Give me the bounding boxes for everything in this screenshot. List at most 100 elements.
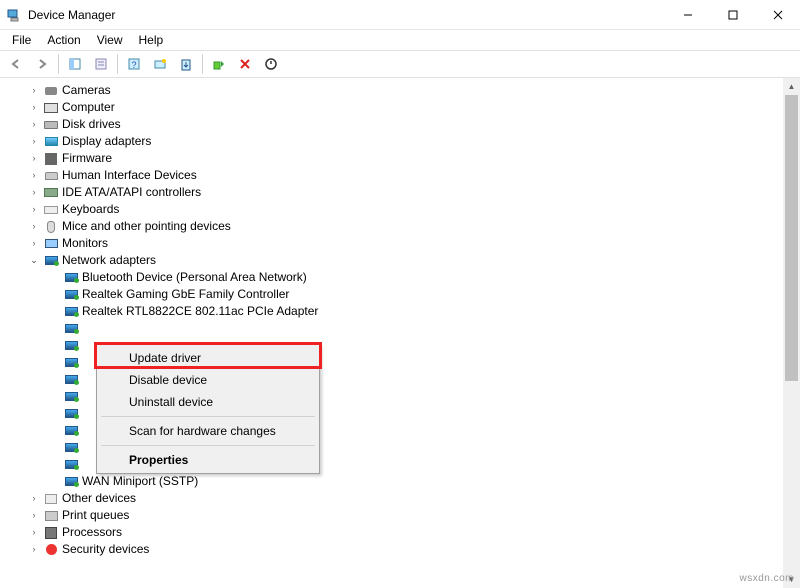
category-other-devices[interactable]: ›Other devices: [28, 490, 800, 507]
titlebar: Device Manager: [0, 0, 800, 30]
category-firmware[interactable]: ›Firmware: [28, 150, 800, 167]
menu-action[interactable]: Action: [39, 31, 88, 49]
expand-icon[interactable]: ›: [28, 133, 40, 150]
svg-text:?: ?: [131, 60, 136, 70]
minimize-button[interactable]: [665, 0, 710, 30]
window-title: Device Manager: [28, 8, 665, 22]
network-adapter-icon: [63, 355, 79, 371]
category-network-adapters[interactable]: ⌄Network adapters: [28, 252, 800, 269]
context-menu: Update driver Disable device Uninstall d…: [96, 344, 320, 474]
scan-hardware-button[interactable]: [148, 52, 172, 76]
category-processors[interactable]: ›Processors: [28, 524, 800, 541]
category-print-queues[interactable]: ›Print queues: [28, 507, 800, 524]
ctx-update-driver[interactable]: Update driver: [99, 347, 317, 369]
category-mice[interactable]: ›Mice and other pointing devices: [28, 218, 800, 235]
category-cameras[interactable]: ›Cameras: [28, 82, 800, 99]
expand-icon[interactable]: ›: [28, 218, 40, 235]
keyboard-icon: [43, 202, 59, 218]
network-icon: [43, 253, 59, 269]
network-adapter-icon: [63, 270, 79, 286]
expand-icon[interactable]: ›: [28, 235, 40, 252]
expand-icon[interactable]: ›: [28, 82, 40, 99]
category-disk-drives[interactable]: ›Disk drives: [28, 116, 800, 133]
network-adapter-icon: [63, 304, 79, 320]
category-monitors[interactable]: ›Monitors: [28, 235, 800, 252]
uninstall-device-button[interactable]: [233, 52, 257, 76]
expand-icon[interactable]: ›: [28, 524, 40, 541]
hid-icon: [43, 168, 59, 184]
network-adapter-icon: [63, 321, 79, 337]
update-driver-icon[interactable]: [174, 52, 198, 76]
maximize-button[interactable]: [710, 0, 755, 30]
help-button[interactable]: ?: [122, 52, 146, 76]
ide-icon: [43, 185, 59, 201]
category-security-devices[interactable]: ›Security devices: [28, 541, 800, 558]
network-adapter-icon: [63, 423, 79, 439]
menu-view[interactable]: View: [89, 31, 131, 49]
ctx-disable-device[interactable]: Disable device: [99, 369, 317, 391]
scroll-thumb[interactable]: [785, 95, 798, 381]
expand-icon[interactable]: ›: [28, 184, 40, 201]
category-ide[interactable]: ›IDE ATA/ATAPI controllers: [28, 184, 800, 201]
expand-icon[interactable]: ›: [28, 201, 40, 218]
scroll-track[interactable]: [783, 95, 800, 571]
category-computer[interactable]: ›Computer: [28, 99, 800, 116]
expand-icon[interactable]: ›: [28, 490, 40, 507]
category-hid[interactable]: ›Human Interface Devices: [28, 167, 800, 184]
properties-button[interactable]: [89, 52, 113, 76]
forward-button[interactable]: [30, 52, 54, 76]
toolbar-separator: [117, 54, 118, 74]
monitor-icon: [43, 236, 59, 252]
scroll-up-icon[interactable]: ▲: [783, 78, 800, 95]
device-hidden[interactable]: [48, 320, 800, 337]
device-realtek-rtl8822ce[interactable]: Realtek RTL8822CE 802.11ac PCIe Adapter: [48, 303, 800, 320]
category-keyboards[interactable]: ›Keyboards: [28, 201, 800, 218]
ctx-properties[interactable]: Properties: [99, 449, 317, 471]
ctx-scan-hardware[interactable]: Scan for hardware changes: [99, 420, 317, 442]
menu-help[interactable]: Help: [131, 31, 172, 49]
computer-icon: [43, 100, 59, 116]
network-adapter-icon: [63, 440, 79, 456]
toolbar-separator: [58, 54, 59, 74]
device-wan-miniport-sstp[interactable]: WAN Miniport (SSTP): [48, 473, 800, 490]
network-adapter-icon: [63, 372, 79, 388]
network-adapter-icon: [63, 474, 79, 490]
menu-file[interactable]: File: [4, 31, 39, 49]
other-icon: [43, 491, 59, 507]
app-icon: [6, 7, 22, 23]
disk-icon: [43, 117, 59, 133]
expand-icon[interactable]: ›: [28, 167, 40, 184]
expand-icon[interactable]: ›: [28, 150, 40, 167]
security-icon: [43, 542, 59, 558]
network-adapter-icon: [63, 389, 79, 405]
close-button[interactable]: [755, 0, 800, 30]
network-adapter-icon: [63, 406, 79, 422]
ctx-separator: [101, 416, 315, 417]
toolbar: ?: [0, 50, 800, 78]
device-tree-pane: ›Cameras ›Computer ›Disk drives ›Display…: [0, 78, 800, 588]
expand-icon[interactable]: ›: [28, 99, 40, 116]
network-adapter-icon: [63, 287, 79, 303]
menubar: File Action View Help: [0, 30, 800, 50]
device-bluetooth-pan[interactable]: Bluetooth Device (Personal Area Network): [48, 269, 800, 286]
expand-icon[interactable]: ›: [28, 507, 40, 524]
device-tree[interactable]: ›Cameras ›Computer ›Disk drives ›Display…: [0, 78, 800, 562]
collapse-icon[interactable]: ⌄: [28, 252, 40, 269]
disable-device-button[interactable]: [259, 52, 283, 76]
device-realtek-gbe[interactable]: Realtek Gaming GbE Family Controller: [48, 286, 800, 303]
camera-icon: [43, 83, 59, 99]
expand-icon[interactable]: ›: [28, 116, 40, 133]
network-adapter-icon: [63, 457, 79, 473]
category-display-adapters[interactable]: ›Display adapters: [28, 133, 800, 150]
back-button[interactable]: [4, 52, 28, 76]
show-hide-tree-button[interactable]: [63, 52, 87, 76]
ctx-uninstall-device[interactable]: Uninstall device: [99, 391, 317, 413]
vertical-scrollbar[interactable]: ▲ ▼: [783, 78, 800, 588]
printer-icon: [43, 508, 59, 524]
enable-device-button[interactable]: [207, 52, 231, 76]
mouse-icon: [43, 219, 59, 235]
cpu-icon: [43, 525, 59, 541]
expand-icon[interactable]: ›: [28, 541, 40, 558]
chip-icon: [43, 151, 59, 167]
ctx-separator: [101, 445, 315, 446]
